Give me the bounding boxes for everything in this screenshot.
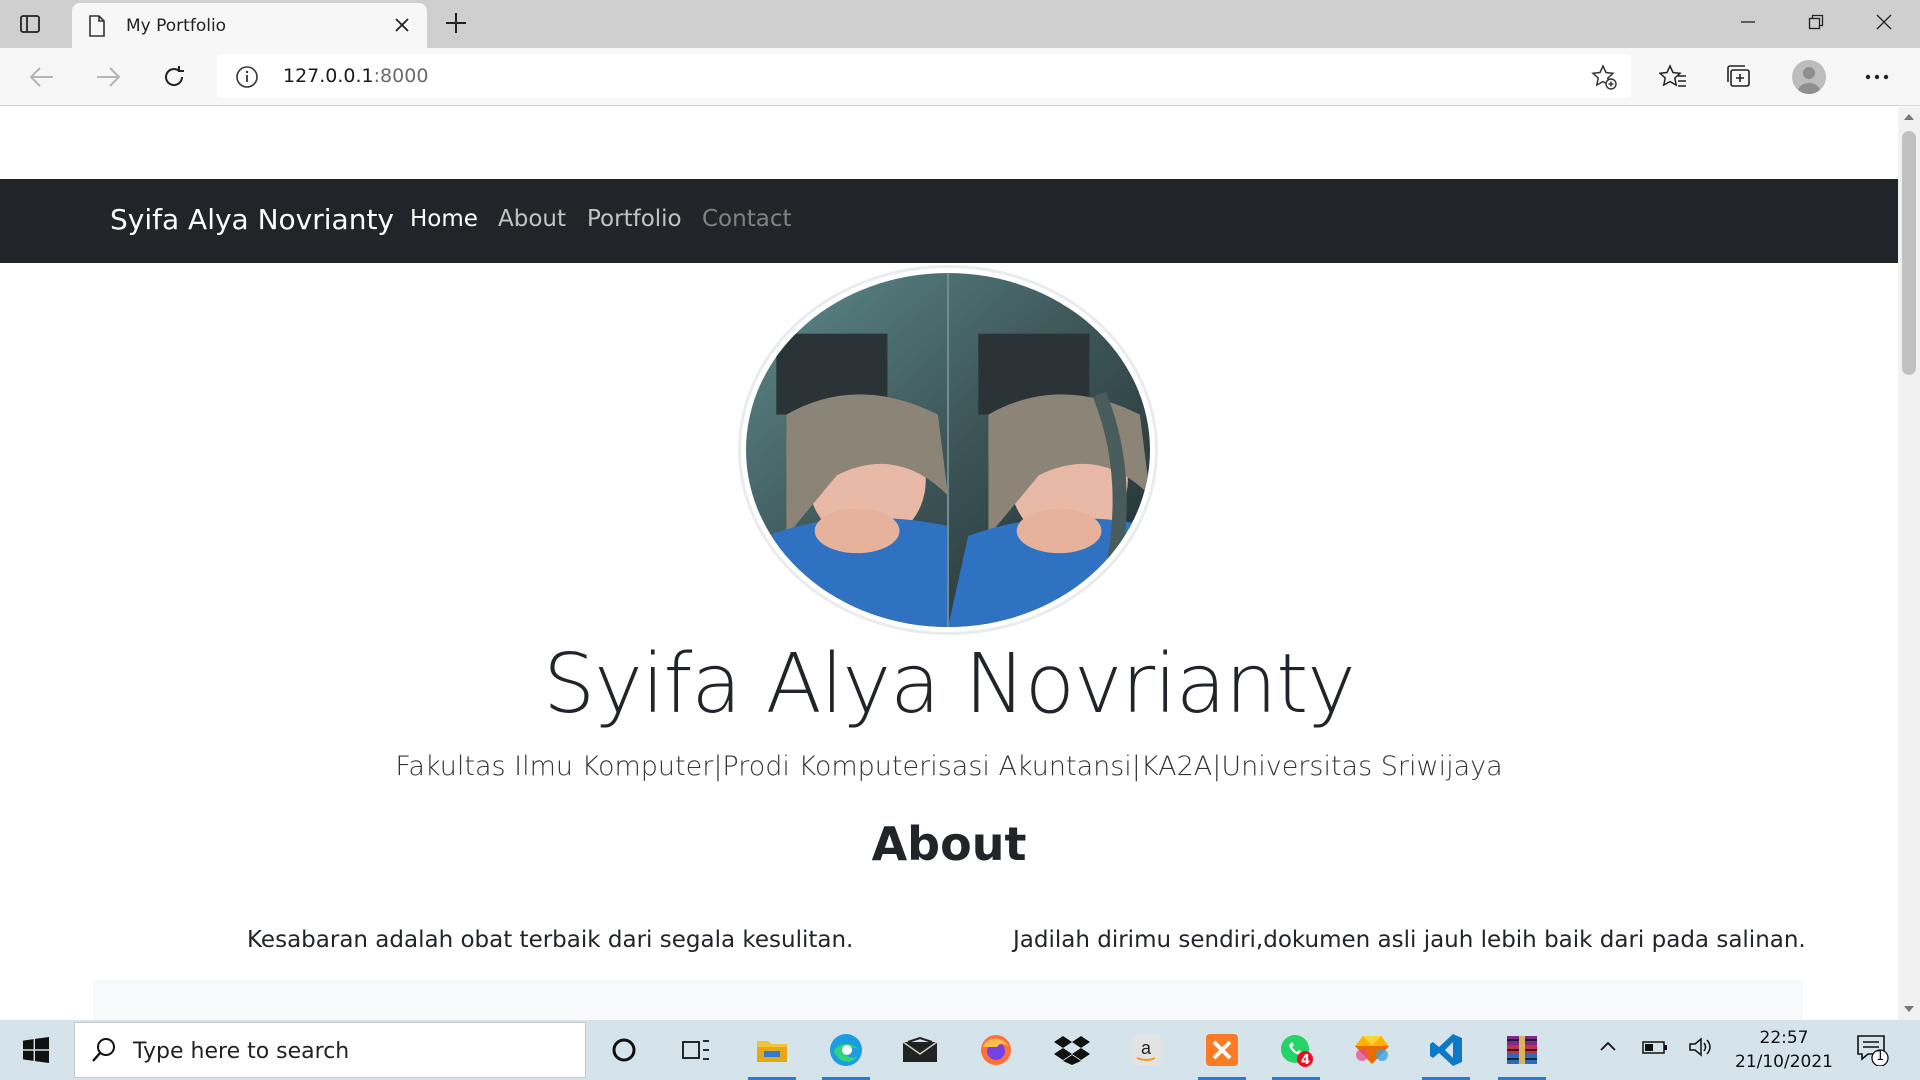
notification-center-icon[interactable]: 1 [1856,1034,1890,1070]
nav-home[interactable]: Home [410,206,478,232]
task-view-icon[interactable] [660,1020,732,1080]
page-icon [88,15,106,41]
profile-avatar[interactable] [1792,60,1826,94]
minimize-icon[interactable] [1714,0,1782,44]
clock-date: 21/10/2021 [1735,1052,1833,1072]
tab-actions-icon[interactable] [18,12,42,36]
amazon-icon[interactable]: a [1110,1020,1182,1080]
navbar-brand[interactable]: Syifa Alya Novrianty [110,203,394,236]
back-icon[interactable] [27,62,57,92]
forward-icon[interactable] [93,62,123,92]
winrar-icon[interactable] [1486,1020,1558,1080]
whatsapp-icon[interactable]: 4 [1260,1020,1332,1080]
add-favorite-icon[interactable] [1591,64,1617,94]
section-band [93,980,1803,1020]
scroll-thumb[interactable] [1902,131,1916,375]
cortana-icon[interactable] [588,1020,660,1080]
restore-icon[interactable] [1782,0,1850,44]
url-host: 127.0.0.1 [283,65,374,87]
more-menu-icon[interactable] [1862,62,1892,92]
close-window-icon[interactable] [1850,0,1918,44]
search-icon [91,1037,117,1067]
battery-icon[interactable] [1642,1036,1668,1062]
start-button[interactable] [0,1020,72,1080]
profile-photo [738,265,1158,635]
vertical-scrollbar[interactable] [1898,107,1920,1020]
clock-time: 22:57 [1759,1028,1809,1048]
nav-portfolio[interactable]: Portfolio [587,206,682,232]
url-port: :8000 [373,65,429,87]
page-viewport: Syifa Alya Novrianty Home About Portfoli… [0,107,1898,1020]
nav-contact[interactable]: Contact [702,206,791,232]
xampp-icon[interactable] [1186,1020,1258,1080]
hero-subtitle: Fakultas Ilmu Komputer|Prodi Komputerisa… [395,751,1503,782]
close-tab-icon[interactable] [393,16,411,38]
about-heading: About [871,817,1027,871]
sketch-icon[interactable] [1336,1020,1408,1080]
firefox-icon[interactable] [960,1020,1032,1080]
scroll-down-icon[interactable] [1904,1005,1914,1013]
dropbox-icon[interactable] [1036,1020,1108,1080]
system-clock[interactable]: 22:57 21/10/2021 [1724,1026,1844,1074]
about-quote-left: Kesabaran adalah obat terbaik dari segal… [247,927,854,953]
svg-text:a: a [1141,1038,1152,1058]
browser-tab-bar: My Portfolio [0,0,1920,48]
collections-icon[interactable] [1724,62,1754,92]
edge-icon[interactable] [810,1020,882,1080]
search-placeholder: Type here to search [133,1039,350,1064]
show-hidden-icons-chevron-icon[interactable] [1598,1036,1618,1060]
site-info-icon[interactable] [235,65,259,93]
browser-toolbar: 127.0.0.1:8000 [0,48,1920,106]
site-navbar: Syifa Alya Novrianty Home About Portfoli… [0,179,1898,263]
whatsapp-badge: 4 [1301,1053,1311,1068]
taskbar-search-box[interactable]: Type here to search [74,1022,586,1078]
scroll-up-icon[interactable] [1904,113,1914,121]
mail-icon[interactable] [884,1020,956,1080]
file-explorer-icon[interactable] [736,1020,808,1080]
windows-logo-icon [23,1037,49,1063]
volume-icon[interactable] [1688,1036,1714,1062]
vscode-icon[interactable] [1410,1020,1482,1080]
refresh-icon[interactable] [159,62,189,92]
hero-name: Syifa Alya Novrianty [543,637,1356,732]
favorites-icon[interactable] [1658,62,1688,92]
windows-taskbar: Type here to search a 4 22:57 21/10/2021… [0,1020,1920,1080]
tab-title: My Portfolio [126,16,227,36]
about-quote-right: Jadilah dirimu sendiri,dokumen asli jauh… [1013,927,1806,953]
new-tab-icon[interactable] [444,11,468,39]
address-bar[interactable]: 127.0.0.1:8000 [217,54,1631,98]
url-text[interactable]: 127.0.0.1:8000 [283,65,428,87]
notification-count: 1 [1876,1049,1885,1064]
browser-tab[interactable]: My Portfolio [72,3,427,48]
nav-about[interactable]: About [498,206,566,232]
